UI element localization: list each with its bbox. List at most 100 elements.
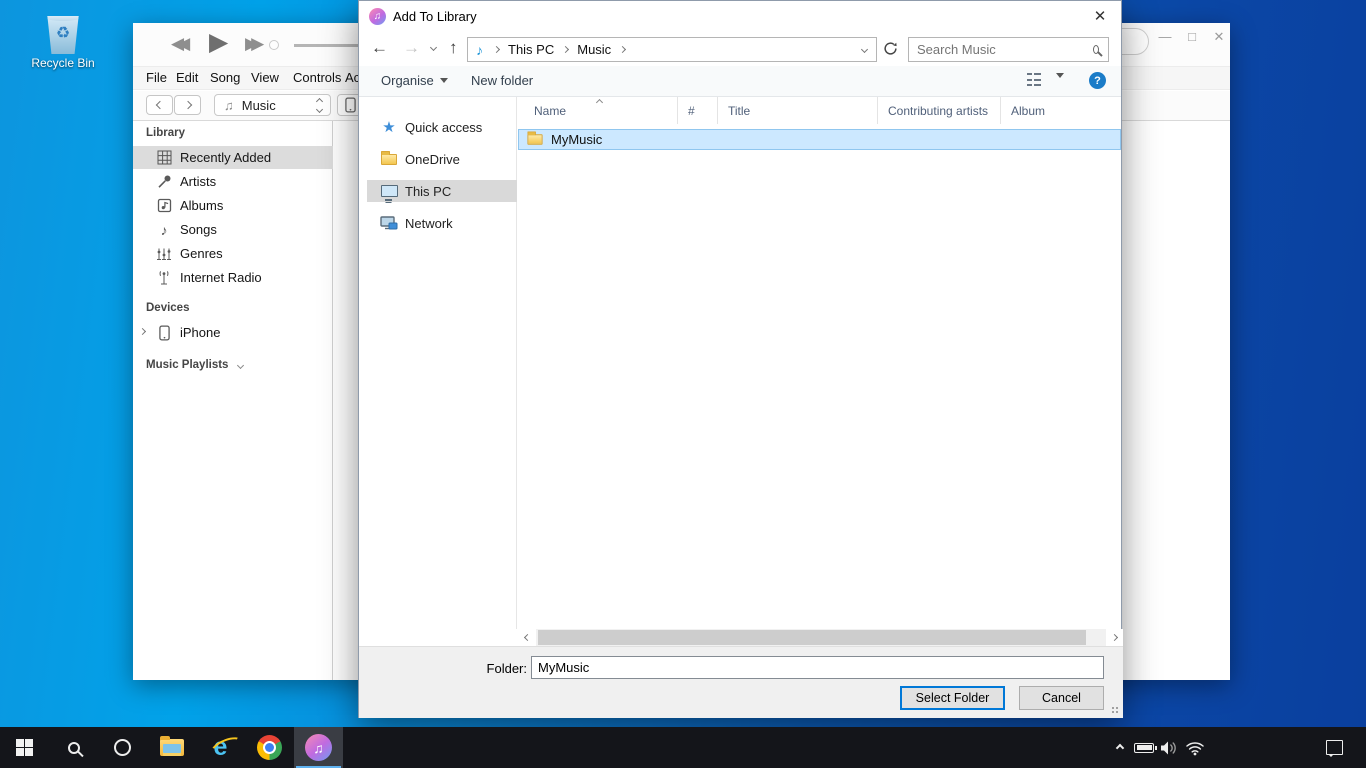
dialog-navbar: ← → ↑ ♪ This PC Music xyxy=(359,32,1121,66)
music-playlists-header[interactable]: Music Playlists xyxy=(146,359,243,371)
tray-battery[interactable] xyxy=(1130,727,1158,768)
resize-grip[interactable] xyxy=(1112,707,1120,715)
dialog-close-button[interactable]: ✕ xyxy=(1089,7,1111,25)
fast-forward-icon[interactable]: ▶▶ xyxy=(245,34,257,54)
this-pc-monitor-icon xyxy=(379,185,399,197)
cortana-button[interactable] xyxy=(98,727,147,768)
place-quick-access[interactable]: ★ Quick access xyxy=(359,116,517,138)
dialog-titlebar: ♫ Add To Library ✕ xyxy=(359,1,1121,32)
breadcrumb-chevron-icon[interactable] xyxy=(493,46,500,53)
menu-file[interactable]: File xyxy=(146,70,167,85)
menu-song[interactable]: Song xyxy=(210,70,240,85)
microphone-icon xyxy=(155,174,173,189)
sidebar-item-artists[interactable]: Artists xyxy=(133,170,333,193)
internet-explorer-button[interactable]: e xyxy=(196,727,245,768)
back-button[interactable]: ← xyxy=(371,38,388,58)
media-kind-value: Music xyxy=(242,98,317,113)
action-center-button[interactable] xyxy=(1320,727,1348,768)
horizontal-scrollbar[interactable] xyxy=(359,629,1123,646)
place-this-pc[interactable]: This PC xyxy=(367,180,517,202)
refresh-button[interactable] xyxy=(883,41,898,59)
speaker-icon xyxy=(1160,740,1178,756)
volume-slider-thumb[interactable] xyxy=(269,40,279,50)
recycle-bin[interactable]: ♻ Recycle Bin xyxy=(26,10,100,70)
tray-show-hidden-icons[interactable] xyxy=(1108,727,1132,768)
file-row-mymusic[interactable]: MyMusic xyxy=(518,129,1121,150)
column-name[interactable]: Name xyxy=(517,97,678,124)
cancel-button[interactable]: Cancel xyxy=(1019,686,1104,710)
dropdown-arrow-icon xyxy=(440,78,448,83)
itunes-back-button[interactable] xyxy=(146,95,173,115)
media-kind-selector[interactable]: ♫ Music xyxy=(214,94,331,116)
music-note-icon: ♫ xyxy=(224,98,234,113)
scrollbar-thumb[interactable] xyxy=(538,630,1086,645)
column-album[interactable]: Album xyxy=(1001,97,1123,124)
start-button[interactable] xyxy=(0,727,49,768)
taskbar-search-button[interactable] xyxy=(49,727,98,768)
sidebar-item-genres[interactable]: Genres xyxy=(133,242,333,265)
place-onedrive[interactable]: OneDrive xyxy=(359,148,517,170)
address-dropdown-chevron-icon[interactable] xyxy=(861,46,868,53)
scroll-left-arrow-icon[interactable] xyxy=(519,629,536,646)
breadcrumb-chevron-icon[interactable] xyxy=(562,46,569,53)
organise-button[interactable]: Organise xyxy=(381,73,448,88)
itunes-forward-button[interactable] xyxy=(174,95,201,115)
expander-chevron-icon[interactable] xyxy=(139,328,146,335)
grid-icon xyxy=(155,150,173,165)
desktop: ♻ Recycle Bin ◀◀ ▶ ▶▶ — □ ✕ File Edit So… xyxy=(0,0,1366,768)
tray-network[interactable] xyxy=(1182,727,1208,768)
help-icon: ? xyxy=(1089,72,1106,89)
new-folder-button[interactable]: New folder xyxy=(471,73,533,88)
view-options-dropdown[interactable] xyxy=(1056,73,1064,78)
itunes-app-icon: ♫ xyxy=(369,8,386,25)
internet-explorer-icon: e xyxy=(214,735,228,760)
up-button[interactable]: ↑ xyxy=(449,38,458,58)
breadcrumb-music[interactable]: Music xyxy=(577,42,611,57)
help-button[interactable]: ? xyxy=(1089,72,1106,89)
sidebar-item-songs[interactable]: ♪ Songs xyxy=(133,218,333,241)
column-title[interactable]: Title xyxy=(718,97,878,124)
add-to-library-dialog: ♫ Add To Library ✕ ← → ↑ ♪ This PC Music xyxy=(358,0,1122,718)
select-folder-button[interactable]: Select Folder xyxy=(900,686,1005,710)
itunes-taskbar-button[interactable]: ♫ xyxy=(294,727,343,768)
sort-ascending-icon xyxy=(596,99,603,106)
menu-view[interactable]: View xyxy=(251,70,279,85)
album-icon xyxy=(155,198,173,213)
play-icon[interactable]: ▶ xyxy=(209,27,228,57)
folder-name-input[interactable] xyxy=(531,656,1104,679)
search-box[interactable] xyxy=(908,37,1109,62)
tray-volume[interactable] xyxy=(1156,727,1182,768)
song-note-icon: ♪ xyxy=(155,222,173,238)
itunes-close-button[interactable]: ✕ xyxy=(1209,29,1229,45)
scroll-right-arrow-icon[interactable] xyxy=(1106,629,1123,646)
itunes-maximize-button[interactable]: □ xyxy=(1182,29,1202,44)
selector-chevrons-icon xyxy=(317,99,322,112)
sidebar-item-iphone[interactable]: iPhone xyxy=(133,321,333,344)
breadcrumb-chevron-icon[interactable] xyxy=(619,46,626,53)
file-explorer-button[interactable] xyxy=(147,727,196,768)
itunes-minimize-button[interactable]: — xyxy=(1155,29,1175,44)
column-headers: Name # Title Contributing artists Album xyxy=(517,97,1123,124)
search-icon[interactable] xyxy=(1093,45,1099,54)
recent-locations-chevron-icon[interactable] xyxy=(430,44,437,51)
recycle-bin-icon: ♻ xyxy=(46,16,80,54)
column-number[interactable]: # xyxy=(678,97,718,124)
menu-edit[interactable]: Edit xyxy=(176,70,198,85)
volume-slider-track[interactable] xyxy=(294,44,358,47)
sidebar-item-internet-radio[interactable]: Internet Radio xyxy=(133,266,333,289)
chevron-down-icon xyxy=(237,362,244,369)
folder-label: Folder: xyxy=(459,661,527,676)
column-contributing-artists[interactable]: Contributing artists xyxy=(878,97,1001,124)
rewind-icon[interactable]: ◀◀ xyxy=(171,34,183,54)
forward-button[interactable]: → xyxy=(403,38,420,58)
sidebar-item-recently-added[interactable]: Recently Added xyxy=(133,146,333,169)
chrome-button[interactable] xyxy=(245,727,294,768)
file-name: MyMusic xyxy=(551,132,602,147)
place-network[interactable]: Network xyxy=(359,212,517,234)
breadcrumb-this-pc[interactable]: This PC xyxy=(508,42,554,57)
address-bar[interactable]: ♪ This PC Music xyxy=(467,37,877,62)
menu-controls[interactable]: Controls xyxy=(293,70,341,85)
view-options-button[interactable] xyxy=(1027,73,1041,86)
sidebar-item-albums[interactable]: Albums xyxy=(133,194,333,217)
search-input[interactable] xyxy=(909,42,1093,57)
